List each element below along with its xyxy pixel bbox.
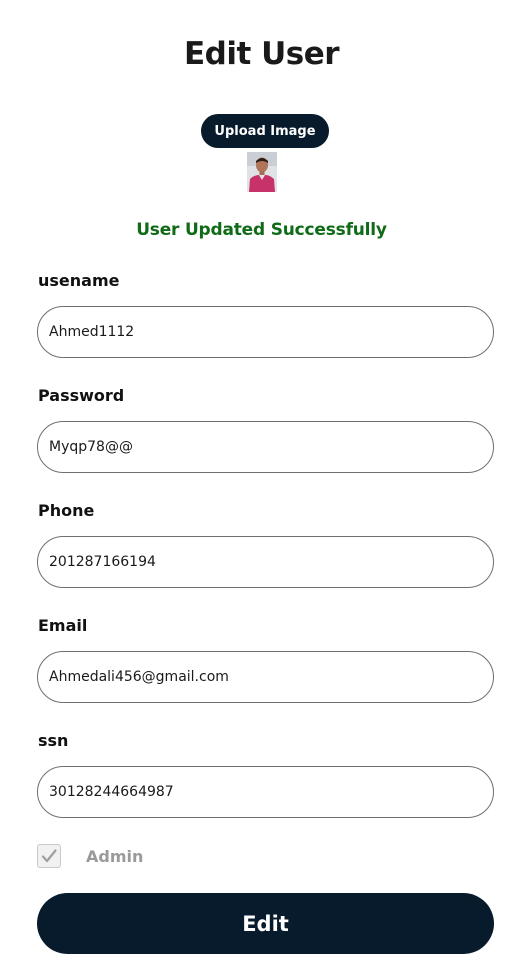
username-field[interactable]: [37, 306, 494, 358]
admin-checkbox[interactable]: [37, 844, 61, 868]
admin-option: Admin: [37, 843, 143, 869]
ssn-field[interactable]: [37, 766, 494, 818]
password-field[interactable]: [37, 421, 494, 473]
status-message: User Updated Successfully: [136, 220, 387, 240]
upload-image-button[interactable]: Upload Image: [201, 114, 329, 148]
edit-button[interactable]: Edit: [37, 893, 494, 954]
page-title: Edit User: [183, 36, 340, 72]
user-avatar-icon: [247, 152, 277, 192]
phone-label: Phone: [38, 501, 95, 520]
avatar[interactable]: [247, 152, 277, 192]
password-label: Password: [38, 386, 125, 405]
admin-label: Admin: [86, 846, 144, 866]
username-label: usename: [38, 271, 120, 290]
ssn-label: ssn: [38, 731, 69, 750]
phone-field[interactable]: [37, 536, 494, 588]
email-label: Email: [38, 616, 88, 635]
check-icon: [41, 849, 57, 863]
email-field[interactable]: [37, 651, 494, 703]
